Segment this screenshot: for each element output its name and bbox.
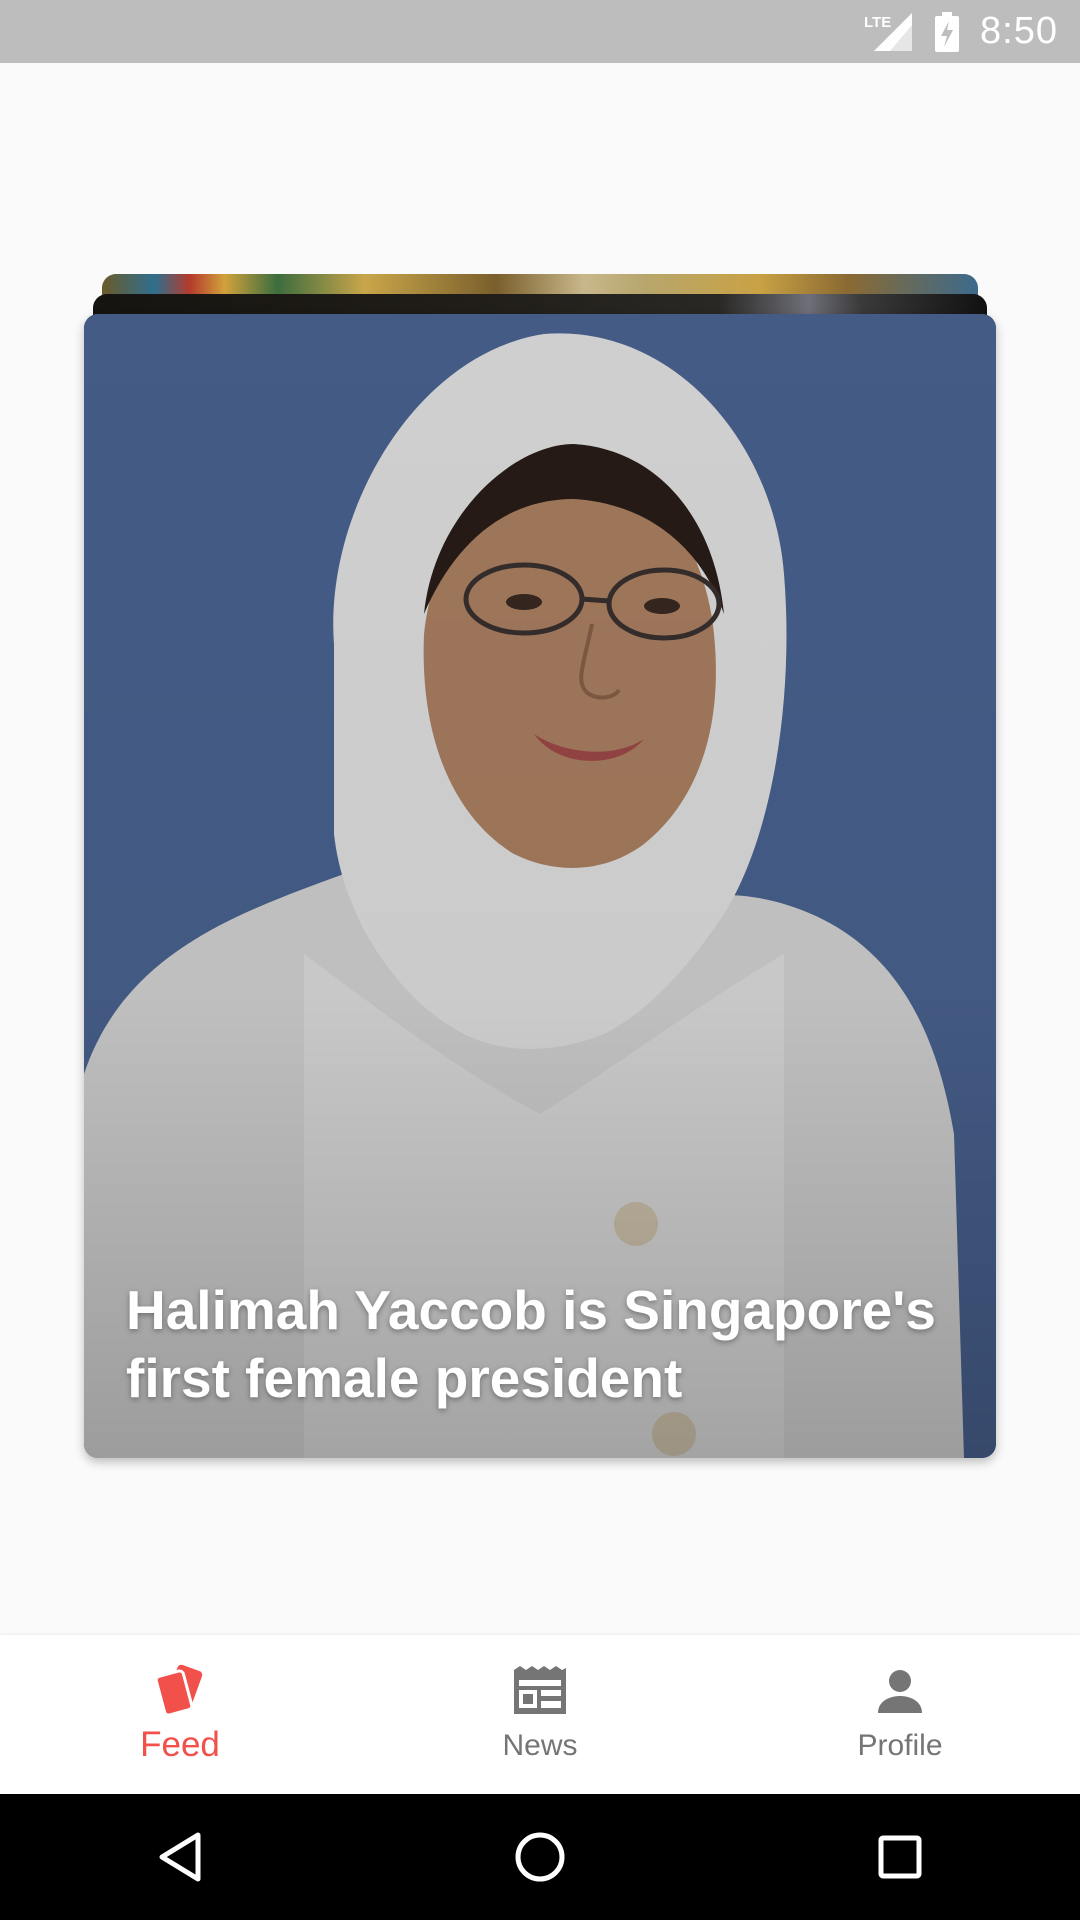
nav-item-news[interactable]: News [360, 1635, 720, 1794]
newspaper-icon [510, 1663, 570, 1719]
battery-charging-icon [934, 11, 960, 52]
nav-label-news: News [502, 1729, 578, 1762]
status-time: 8:50 [980, 10, 1058, 52]
nav-label-feed: Feed [140, 1725, 220, 1764]
status-icons: LTE 8:50 [864, 0, 1058, 63]
card-headline: Halimah Yaccob is Singapore's first fema… [126, 1279, 936, 1409]
back-icon[interactable] [120, 1807, 240, 1907]
lte-signal-icon: LTE [864, 11, 914, 53]
cards-icon [150, 1663, 210, 1719]
status-bar: LTE 8:50 [0, 0, 1080, 63]
recents-icon[interactable] [840, 1807, 960, 1907]
home-icon[interactable] [480, 1807, 600, 1907]
bottom-navigation: Feed News Profile [0, 1635, 1080, 1794]
nav-item-profile[interactable]: Profile [720, 1635, 1080, 1794]
nav-item-feed[interactable]: Feed [0, 1635, 360, 1794]
person-icon [870, 1663, 930, 1719]
svg-text:LTE: LTE [864, 14, 891, 31]
system-navigation-bar [0, 1794, 1080, 1920]
nav-label-profile: Profile [857, 1729, 943, 1762]
news-card[interactable]: Halimah Yaccob is Singapore's first fema… [84, 314, 996, 1458]
screen: LTE 8:50 Halimah Yaccob is Singapore's f… [0, 0, 1080, 1920]
